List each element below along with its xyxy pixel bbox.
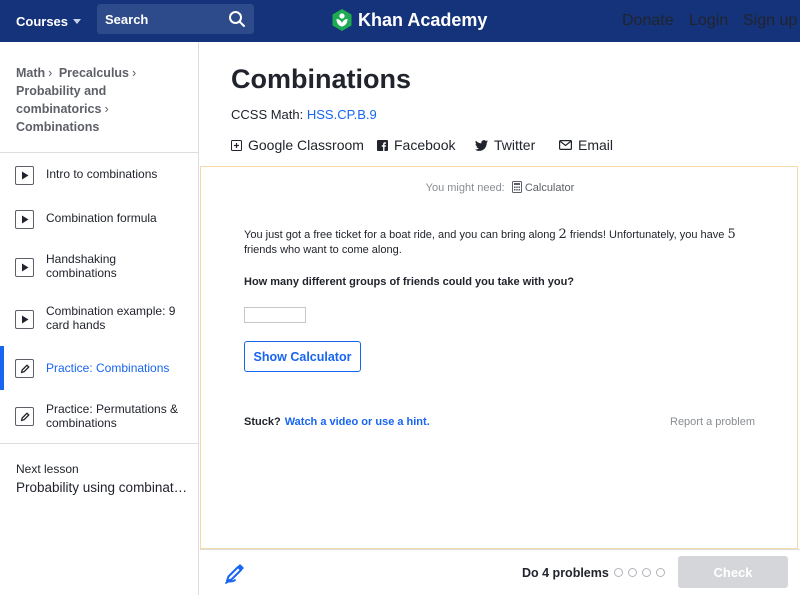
next-lesson-label: Next lesson <box>16 462 79 476</box>
answer-input[interactable] <box>244 307 306 323</box>
report-problem-link[interactable]: Report a problem <box>670 416 755 428</box>
twitter-icon <box>475 139 488 151</box>
question-text: You just got a free ticket for a boat ri… <box>244 227 744 258</box>
tool-requirement: You might need: Calculator <box>201 181 799 194</box>
breadcrumb-precalculus[interactable]: Precalculus <box>59 66 129 80</box>
question-part: friends! Unfortunately, you have <box>569 229 725 241</box>
search-placeholder: Search <box>105 11 149 27</box>
search-icon[interactable] <box>228 10 246 28</box>
sidebar-item-intro-to-combinations[interactable]: Intro to combinations <box>0 153 198 197</box>
exercise-footer: Do 4 problems Check <box>200 549 800 595</box>
active-indicator <box>0 346 4 390</box>
next-lesson-link[interactable]: Probability using combinatorics <box>16 480 191 495</box>
question-part: You just got a free ticket for a boat ri… <box>244 229 556 241</box>
search-input[interactable]: Search <box>97 4 254 34</box>
facebook-icon <box>377 139 388 151</box>
pencil-icon <box>15 407 34 426</box>
google-classroom-icon <box>231 139 242 151</box>
share-label: Email <box>578 137 614 153</box>
share-twitter-button[interactable]: Twitter <box>475 136 535 154</box>
breadcrumb-math[interactable]: Math <box>16 66 45 80</box>
play-icon <box>15 166 34 185</box>
share-facebook-button[interactable]: Facebook <box>377 136 455 154</box>
question-prompt: How many different groups of friends cou… <box>244 276 575 288</box>
logo-text: Khan Academy <box>358 9 488 30</box>
ccss-code-link[interactable]: HSS.CP.B.9 <box>307 107 377 122</box>
top-nav-bar: Courses Search Khan Academy Donate Login… <box>0 0 800 42</box>
breadcrumb-combinations[interactable]: Combinations <box>16 120 99 134</box>
share-label: Google Classroom <box>248 137 364 153</box>
question-number: 5 <box>727 227 736 242</box>
exercise-panel: You might need: Calculator You just got … <box>200 166 798 549</box>
breadcrumb-separator: › <box>132 66 137 80</box>
sidebar-item-label: Practice: Combinations <box>46 361 170 375</box>
share-label: Twitter <box>494 137 536 153</box>
progress-dots <box>614 568 670 577</box>
signup-link[interactable]: Sign up <box>743 12 797 30</box>
khan-academy-logo[interactable]: Khan Academy <box>332 7 487 33</box>
stuck-prompt: Stuck? Watch a video or use a hint. <box>244 416 430 428</box>
progress-dot <box>642 568 651 577</box>
hint-link[interactable]: Watch a video or use a hint. <box>285 416 430 428</box>
play-icon <box>15 258 34 277</box>
share-google-classroom-button[interactable]: Google Classroom <box>231 136 364 154</box>
sidebar-item-combination-example[interactable]: Combination example: 9 card hands <box>0 299 198 343</box>
play-icon <box>15 310 34 329</box>
breadcrumb-separator: › <box>48 66 53 80</box>
progress-dot <box>614 568 623 577</box>
need-tool: Calculator <box>524 182 575 194</box>
need-prefix: You might need: <box>425 182 505 194</box>
play-icon <box>15 210 34 229</box>
page-title: Combinations <box>231 64 411 94</box>
courses-menu[interactable]: Courses <box>16 0 82 42</box>
breadcrumb-separator: › <box>104 102 109 116</box>
email-icon <box>559 140 572 150</box>
login-link[interactable]: Login <box>689 12 728 30</box>
progress-dot <box>656 568 665 577</box>
sidebar-item-handshaking-combinations[interactable]: Handshaking combinations <box>0 247 198 291</box>
sidebar-item-label: Combination formula <box>46 211 157 225</box>
ccss-standard: CCSS Math: HSS.CP.B.9 <box>231 107 377 122</box>
question-part: friends who want to come along. <box>244 244 402 256</box>
sidebar-item-label: Combination example: 9 card hands <box>46 304 176 332</box>
breadcrumb-probability[interactable]: Probability and combinatorics <box>16 84 106 116</box>
sidebar-divider <box>0 443 199 444</box>
breadcrumb: Math › Precalculus › Probability and combi… <box>16 64 191 136</box>
sidebar-item-practice-combinations[interactable]: Practice: Combinations <box>0 346 198 390</box>
donate-link[interactable]: Donate <box>622 12 674 30</box>
chevron-down-icon <box>73 18 82 24</box>
sidebar-item-practice-permutations[interactable]: Practice: Permutations & combinations <box>0 394 198 438</box>
question-number: 2 <box>558 227 567 242</box>
check-button[interactable]: Check <box>678 556 788 588</box>
courses-label: Courses <box>16 13 69 29</box>
progress-dot <box>628 568 637 577</box>
problem-count: Do 4 problems <box>522 566 609 580</box>
show-calculator-button[interactable]: Show Calculator <box>244 341 361 372</box>
stuck-label: Stuck? <box>244 416 281 428</box>
sidebar-item-combination-formula[interactable]: Combination formula <box>0 197 198 241</box>
pencil-icon <box>15 359 34 378</box>
sidebar-item-label: Practice: Permutations & combinations <box>46 402 179 430</box>
share-email-button[interactable]: Email <box>559 136 613 154</box>
ccss-prefix: CCSS Math: <box>231 107 304 122</box>
leaf-logo-icon <box>332 9 352 31</box>
share-label: Facebook <box>394 137 456 153</box>
sidebar-item-label: Handshaking combinations <box>46 252 117 280</box>
lesson-sidebar: Math › Precalculus › Probability and combi… <box>0 42 199 595</box>
calculator-icon <box>511 181 522 193</box>
scratchpad-pencil-icon[interactable] <box>224 562 246 584</box>
sidebar-item-label: Intro to combinations <box>46 167 158 181</box>
